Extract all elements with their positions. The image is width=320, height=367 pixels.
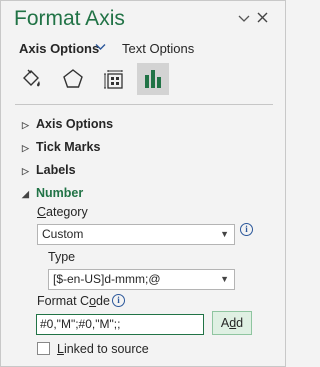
format-code-label-pre: Format C	[37, 294, 90, 308]
chevron-down-icon[interactable]	[95, 39, 106, 57]
linked-to-source-checkbox[interactable]	[37, 342, 50, 355]
linked-to-source-label[interactable]: Linked to source	[57, 342, 149, 356]
chevron-down-icon[interactable]	[235, 9, 253, 27]
type-value: [$-en-US]d-mmm;@	[53, 272, 161, 286]
chevron-down-icon: ▼	[220, 229, 229, 239]
section-axis-options[interactable]: ▷ Axis Options	[22, 117, 113, 131]
add-button[interactable]: Add	[212, 311, 252, 335]
section-label: Labels	[36, 163, 76, 177]
triangle-down-icon: ◢	[22, 189, 29, 199]
category-select[interactable]: Custom ▼	[37, 224, 235, 245]
category-label: Category	[37, 205, 88, 219]
linked-label-text: inked to source	[63, 342, 149, 356]
category-label-text: ategory	[46, 205, 88, 219]
section-labels[interactable]: ▷ Labels	[22, 163, 76, 177]
tab-text-options[interactable]: Text Options	[122, 41, 194, 56]
format-code-label-post: de	[96, 294, 110, 308]
add-label-post: d	[236, 316, 244, 330]
type-select[interactable]: [$-en-US]d-mmm;@ ▼	[48, 269, 235, 290]
section-number[interactable]: ◢ Number	[22, 186, 83, 200]
section-tick-marks[interactable]: ▷ Tick Marks	[22, 140, 100, 154]
format-code-label-accesskey: o	[89, 294, 97, 308]
chevron-down-icon: ▼	[220, 274, 229, 284]
axis-options-bar-chart-icon[interactable]	[137, 63, 169, 95]
section-label: Axis Options	[36, 117, 114, 131]
chevron-right-icon: ▷	[22, 120, 29, 130]
tab-axis-options[interactable]: Axis Options	[19, 41, 99, 56]
fill-line-icon[interactable]	[15, 63, 47, 95]
info-icon[interactable]: i	[240, 223, 253, 236]
pane-title: Format Axis	[14, 7, 125, 30]
close-icon[interactable]	[253, 9, 271, 27]
format-axis-pane: Format Axis Axis Options Text Options ▷ …	[0, 0, 286, 367]
type-label: Type	[48, 250, 76, 264]
effects-pentagon-icon[interactable]	[57, 63, 89, 95]
divider	[15, 104, 273, 105]
info-icon[interactable]: i	[112, 294, 125, 307]
section-label: Number	[36, 186, 84, 200]
size-properties-icon[interactable]	[99, 63, 131, 95]
chevron-right-icon: ▷	[22, 143, 29, 153]
format-code-input[interactable]: #0,"M";#0,"M";;	[36, 314, 204, 335]
linked-label-accesskey: L	[57, 342, 64, 356]
format-code-label: Format Code	[37, 294, 110, 308]
section-label: Tick Marks	[36, 140, 101, 154]
add-label-pre: A	[220, 316, 230, 330]
chevron-right-icon: ▷	[22, 166, 29, 176]
category-label-accesskey: C	[37, 205, 47, 219]
category-value: Custom	[42, 227, 84, 241]
